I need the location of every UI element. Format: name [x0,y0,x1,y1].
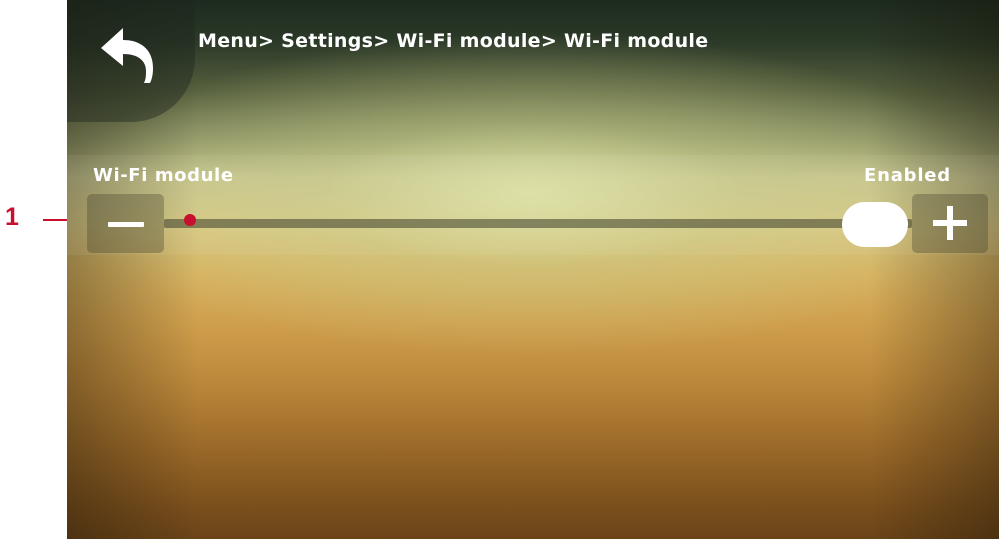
slider-track[interactable] [164,219,912,228]
callout-dot [184,214,196,226]
breadcrumb: Menu> Settings> Wi-Fi module> Wi-Fi modu… [198,30,709,52]
minus-icon [108,222,144,227]
decrease-button[interactable] [87,194,164,253]
setting-value: Enabled [863,165,951,186]
device-screen: Menu> Settings> Wi-Fi module> Wi-Fi modu… [67,0,999,539]
increase-button[interactable] [912,194,988,253]
slider-thumb[interactable] [842,202,908,247]
callout-number: 1 [5,203,19,231]
setting-label: Wi-Fi module [93,165,234,186]
back-arrow-icon [101,28,153,83]
back-button[interactable] [67,0,195,122]
page: 1 Menu> Settings> Wi-Fi module> Wi-Fi mo… [0,0,999,539]
